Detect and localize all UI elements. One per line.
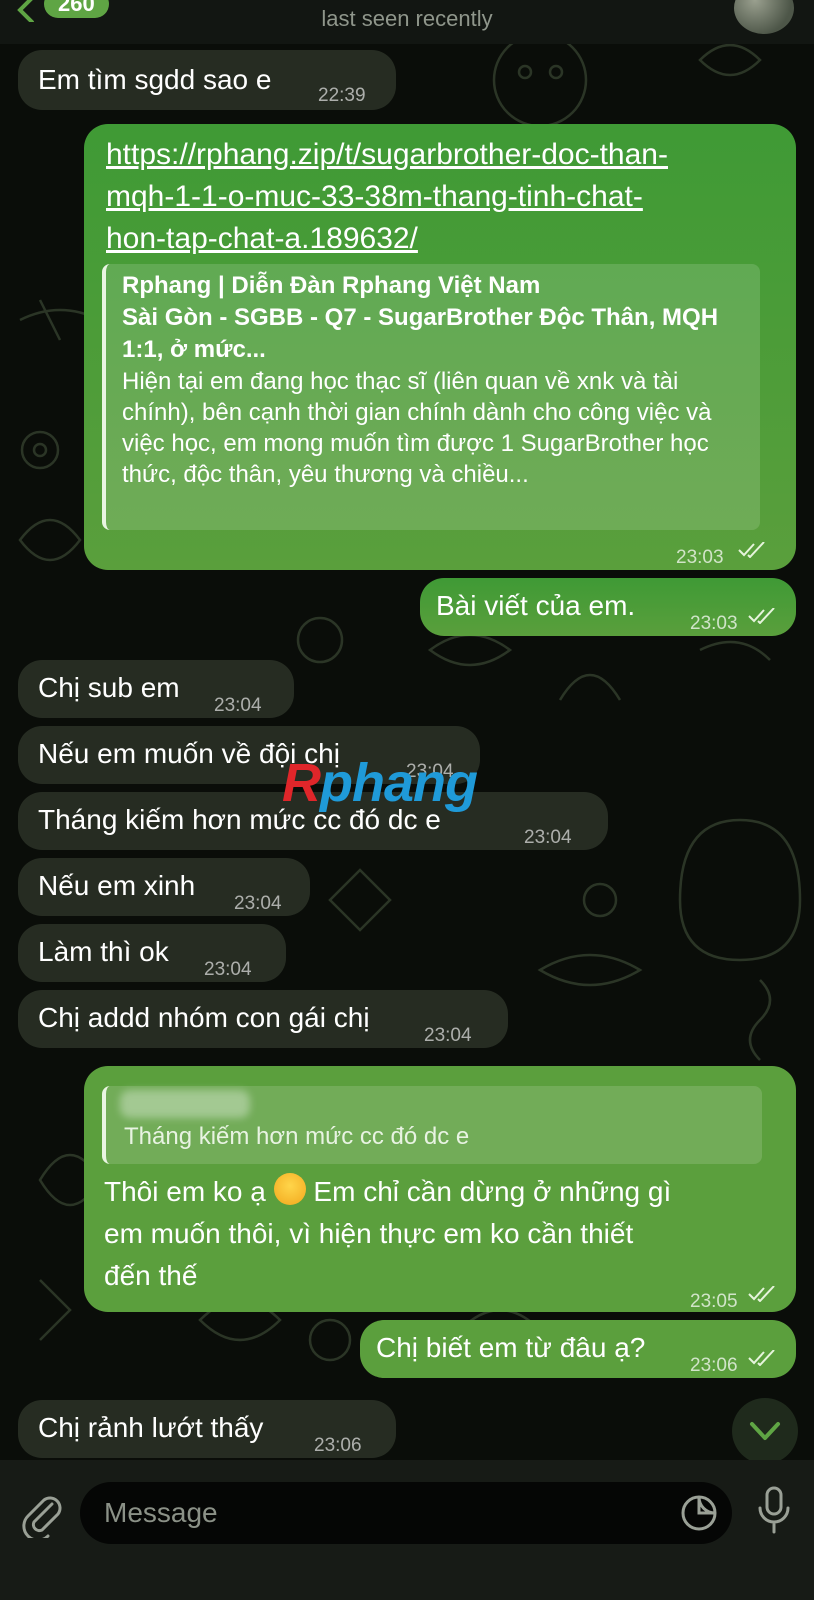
reply-author-blurred <box>120 1090 250 1118</box>
message-text: Chị addd nhóm con gái chị <box>38 1002 370 1033</box>
scroll-to-bottom-button[interactable] <box>732 1398 798 1464</box>
message-incoming[interactable]: Em tìm sgdd sao e 22:39 <box>18 50 396 110</box>
message-link[interactable]: https://rphang.zip/t/sugarbrother-doc-th… <box>106 134 766 260</box>
message-time: 23:04 <box>214 695 262 716</box>
link-preview-description: Hiện tại em đang học thạc sĩ (liên quan … <box>122 368 712 488</box>
reply-quote[interactable]: Tháng kiếm hơn mức cc đó dc e <box>102 1086 762 1164</box>
message-incoming[interactable]: Chị addd nhóm con gái chị 23:04 <box>18 990 508 1048</box>
last-seen-status: last seen recently <box>321 6 493 31</box>
double-check-icon <box>748 1350 775 1366</box>
message-text: Nếu em xinh <box>38 870 196 901</box>
microphone-icon[interactable] <box>756 1486 792 1536</box>
sticker-icon[interactable] <box>680 1494 718 1532</box>
message-outgoing[interactable]: Chị biết em từ đâu ạ? 23:06 <box>360 1320 796 1378</box>
message-time: 23:04 <box>204 959 252 980</box>
message-outgoing-link[interactable]: https://rphang.zip/t/sugarbrother-doc-th… <box>84 124 796 570</box>
double-check-icon <box>748 1286 775 1302</box>
link-preview[interactable]: Rphang | Diễn Đàn Rphang Việt Nam Sài Gò… <box>102 264 760 530</box>
message-time: 23:05 <box>690 1291 738 1312</box>
message-text-line: đến thế <box>104 1260 198 1291</box>
message-input-bar <box>0 1460 814 1600</box>
message-input[interactable] <box>80 1482 732 1544</box>
message-text-line: em muốn thôi, vì hiện thực em ko cần thi… <box>104 1218 634 1249</box>
chat-header: 260 last seen recently <box>0 0 814 44</box>
reply-quote-text: Tháng kiếm hơn mức cc đó dc e <box>124 1123 470 1150</box>
message-time: 23:03 <box>690 613 738 634</box>
message-text: Chị sub em <box>38 672 180 703</box>
message-text: Bài viết của em. <box>436 590 636 621</box>
double-check-icon <box>738 542 765 558</box>
message-incoming[interactable]: Nếu em xinh 23:04 <box>18 858 310 916</box>
message-incoming[interactable]: Làm thì ok 23:04 <box>18 924 286 982</box>
link-preview-title: Sài Gòn - SGBB - Q7 - SugarBrother Độc T… <box>122 304 719 363</box>
message-text: Chị biết em từ đâu ạ? <box>376 1332 646 1363</box>
message-text: Làm thì ok <box>38 936 169 967</box>
message-text: Chị rảnh lướt thấy <box>38 1412 264 1443</box>
message-time: 23:03 <box>676 547 724 568</box>
message-time: 22:39 <box>318 85 366 106</box>
message-text-line: Thôi em ko ạ Em chỉ cần dừng ở những gì <box>104 1172 671 1212</box>
chevron-down-icon <box>750 1422 780 1440</box>
message-outgoing-reply[interactable]: Tháng kiếm hơn mức cc đó dc e Thôi em ko… <box>84 1066 796 1312</box>
double-check-icon <box>748 608 775 624</box>
message-incoming[interactable]: Chị sub em 23:04 <box>18 660 294 718</box>
message-time: 23:04 <box>524 827 572 848</box>
message-outgoing[interactable]: Bài viết của em. 23:03 <box>420 578 796 636</box>
paperclip-icon[interactable] <box>20 1490 64 1538</box>
message-time: 23:06 <box>690 1355 738 1376</box>
message-incoming[interactable]: Chị rảnh lướt thấy 23:06 <box>18 1400 396 1458</box>
message-time: 23:04 <box>424 1025 472 1046</box>
message-time: 23:04 <box>234 893 282 914</box>
rphang-watermark-logo: Rphang <box>282 753 478 813</box>
emoji-sweat-smile-icon <box>273 1173 306 1205</box>
message-text: Em tìm sgdd sao e <box>38 64 272 95</box>
link-preview-site: Rphang | Diễn Đàn Rphang Việt Nam <box>122 272 541 299</box>
